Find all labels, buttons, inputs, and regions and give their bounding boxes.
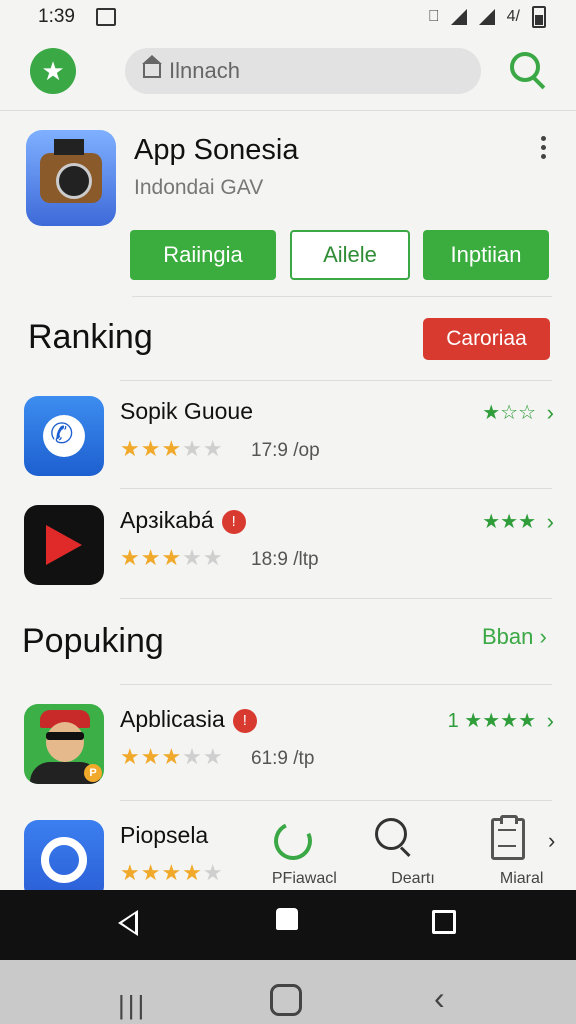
search-input[interactable]: Ilnnach [125, 48, 481, 94]
app-name: Piopsela [120, 822, 209, 848]
app-name: Sopik Guoue [120, 398, 253, 424]
list-item[interactable]: Sopik Guoue ★★★★★ 17:9 /op ★☆☆ › [0, 396, 576, 496]
tertiary-action-button[interactable]: Inptiian [423, 230, 549, 280]
bottom-tab-bar: PFiawacl Deartı Miaral [250, 812, 576, 890]
list-item[interactable]: Apзikabá! ★★★★★ 18:9 /ltp ★★★ › [0, 505, 576, 605]
chevron-right-icon: › [546, 509, 554, 534]
app-name: Apзikabá! [120, 507, 246, 534]
search-button[interactable] [510, 52, 550, 92]
app-title: App Sonesia [134, 134, 299, 166]
divider [120, 684, 552, 685]
status-bar: 1:39 ⎕ 4/ [0, 0, 576, 34]
star-rating: ★★★★★ [120, 545, 224, 570]
divider [120, 488, 552, 489]
chevron-right-icon: › [546, 400, 554, 425]
back-icon[interactable]: ‹ [434, 980, 445, 1017]
search-placeholder: Ilnnach [169, 58, 240, 83]
app-header: App Sonesia Indondai GAV Raiingia Ailele… [0, 112, 576, 300]
tab-label: Deartı [391, 870, 435, 887]
tab-refresh[interactable]: PFiawacl [250, 812, 359, 890]
rating-text: 1 ★★★★ [447, 710, 536, 732]
home-icon[interactable] [276, 908, 298, 930]
star-rating: ★★★★★ [120, 744, 224, 769]
ranking-heading: Ranking [28, 318, 153, 356]
clipboard-icon [491, 815, 526, 860]
star-rating: ★★★★★ [120, 860, 224, 885]
wifi-icon [478, 9, 495, 25]
notification-icon [96, 8, 116, 26]
star-logo-icon[interactable]: ★ [30, 48, 76, 94]
home-icon [142, 55, 162, 78]
tab-search[interactable]: Deartı [359, 812, 468, 890]
battery-label: 4/ [506, 8, 520, 25]
signal-icon [450, 9, 467, 25]
popular-heading: Popuking [22, 622, 164, 660]
status-time: 1:39 [38, 6, 75, 27]
app-screen: 1:39 ⎕ 4/ ★ Ilnnach App Sonesia Indondai… [0, 0, 576, 890]
divider [132, 296, 552, 297]
app-meta: 18:9 /ltp [251, 549, 319, 570]
camera-app-icon [26, 130, 116, 226]
back-icon[interactable] [118, 910, 138, 936]
alert-badge: ! [221, 509, 246, 534]
app-meta: 61:9 /tp [251, 748, 315, 769]
avatar-icon: P [24, 704, 104, 784]
phone-icon [24, 396, 104, 476]
vibrate-icon: ⎕ [429, 8, 439, 25]
search-icon [374, 818, 407, 850]
home-icon[interactable] [270, 984, 302, 1016]
app-subtitle: Indondai GAV [134, 176, 264, 199]
secondary-action-button[interactable]: Ailele [290, 230, 410, 280]
recent-apps-icon[interactable] [432, 910, 456, 934]
status-icons: ⎕ 4/ [429, 6, 546, 28]
chat-icon [24, 820, 104, 890]
battery-icon [532, 6, 546, 28]
tab-label: PFiawacl [271, 870, 337, 887]
see-all-link[interactable]: Bban › [482, 624, 547, 650]
app-name: Apblicasia! [120, 706, 257, 733]
more-options-icon[interactable] [538, 136, 548, 159]
top-bar: ★ Ilnnach [0, 34, 576, 111]
list-item[interactable]: P Apblicasia! ★★★★★ 61:9 /tp 1 ★★★★ › [0, 704, 576, 804]
tab-clipboard[interactable]: Miaral [467, 812, 576, 890]
rating-text: ★★★ [482, 511, 536, 533]
category-button[interactable]: Caroriaa [423, 318, 550, 360]
divider [120, 598, 552, 599]
chevron-right-icon: › [546, 708, 554, 733]
navigation-bar [0, 890, 576, 960]
play-icon [24, 505, 104, 585]
divider [120, 800, 552, 801]
chevron-right-icon[interactable]: › [548, 828, 555, 854]
app-meta: 17:9 /op [251, 440, 320, 461]
divider [120, 380, 552, 381]
rating-text: ★☆☆ [482, 402, 536, 424]
refresh-icon [268, 816, 318, 866]
alert-badge: ! [232, 708, 257, 733]
system-bar: ||| ‹ [0, 960, 576, 1024]
primary-action-button[interactable]: Raiingia [130, 230, 276, 280]
star-rating: ★★★★★ [120, 436, 224, 461]
recent-apps-icon[interactable]: ||| [118, 990, 147, 1021]
tab-label: Miaral [499, 870, 544, 887]
